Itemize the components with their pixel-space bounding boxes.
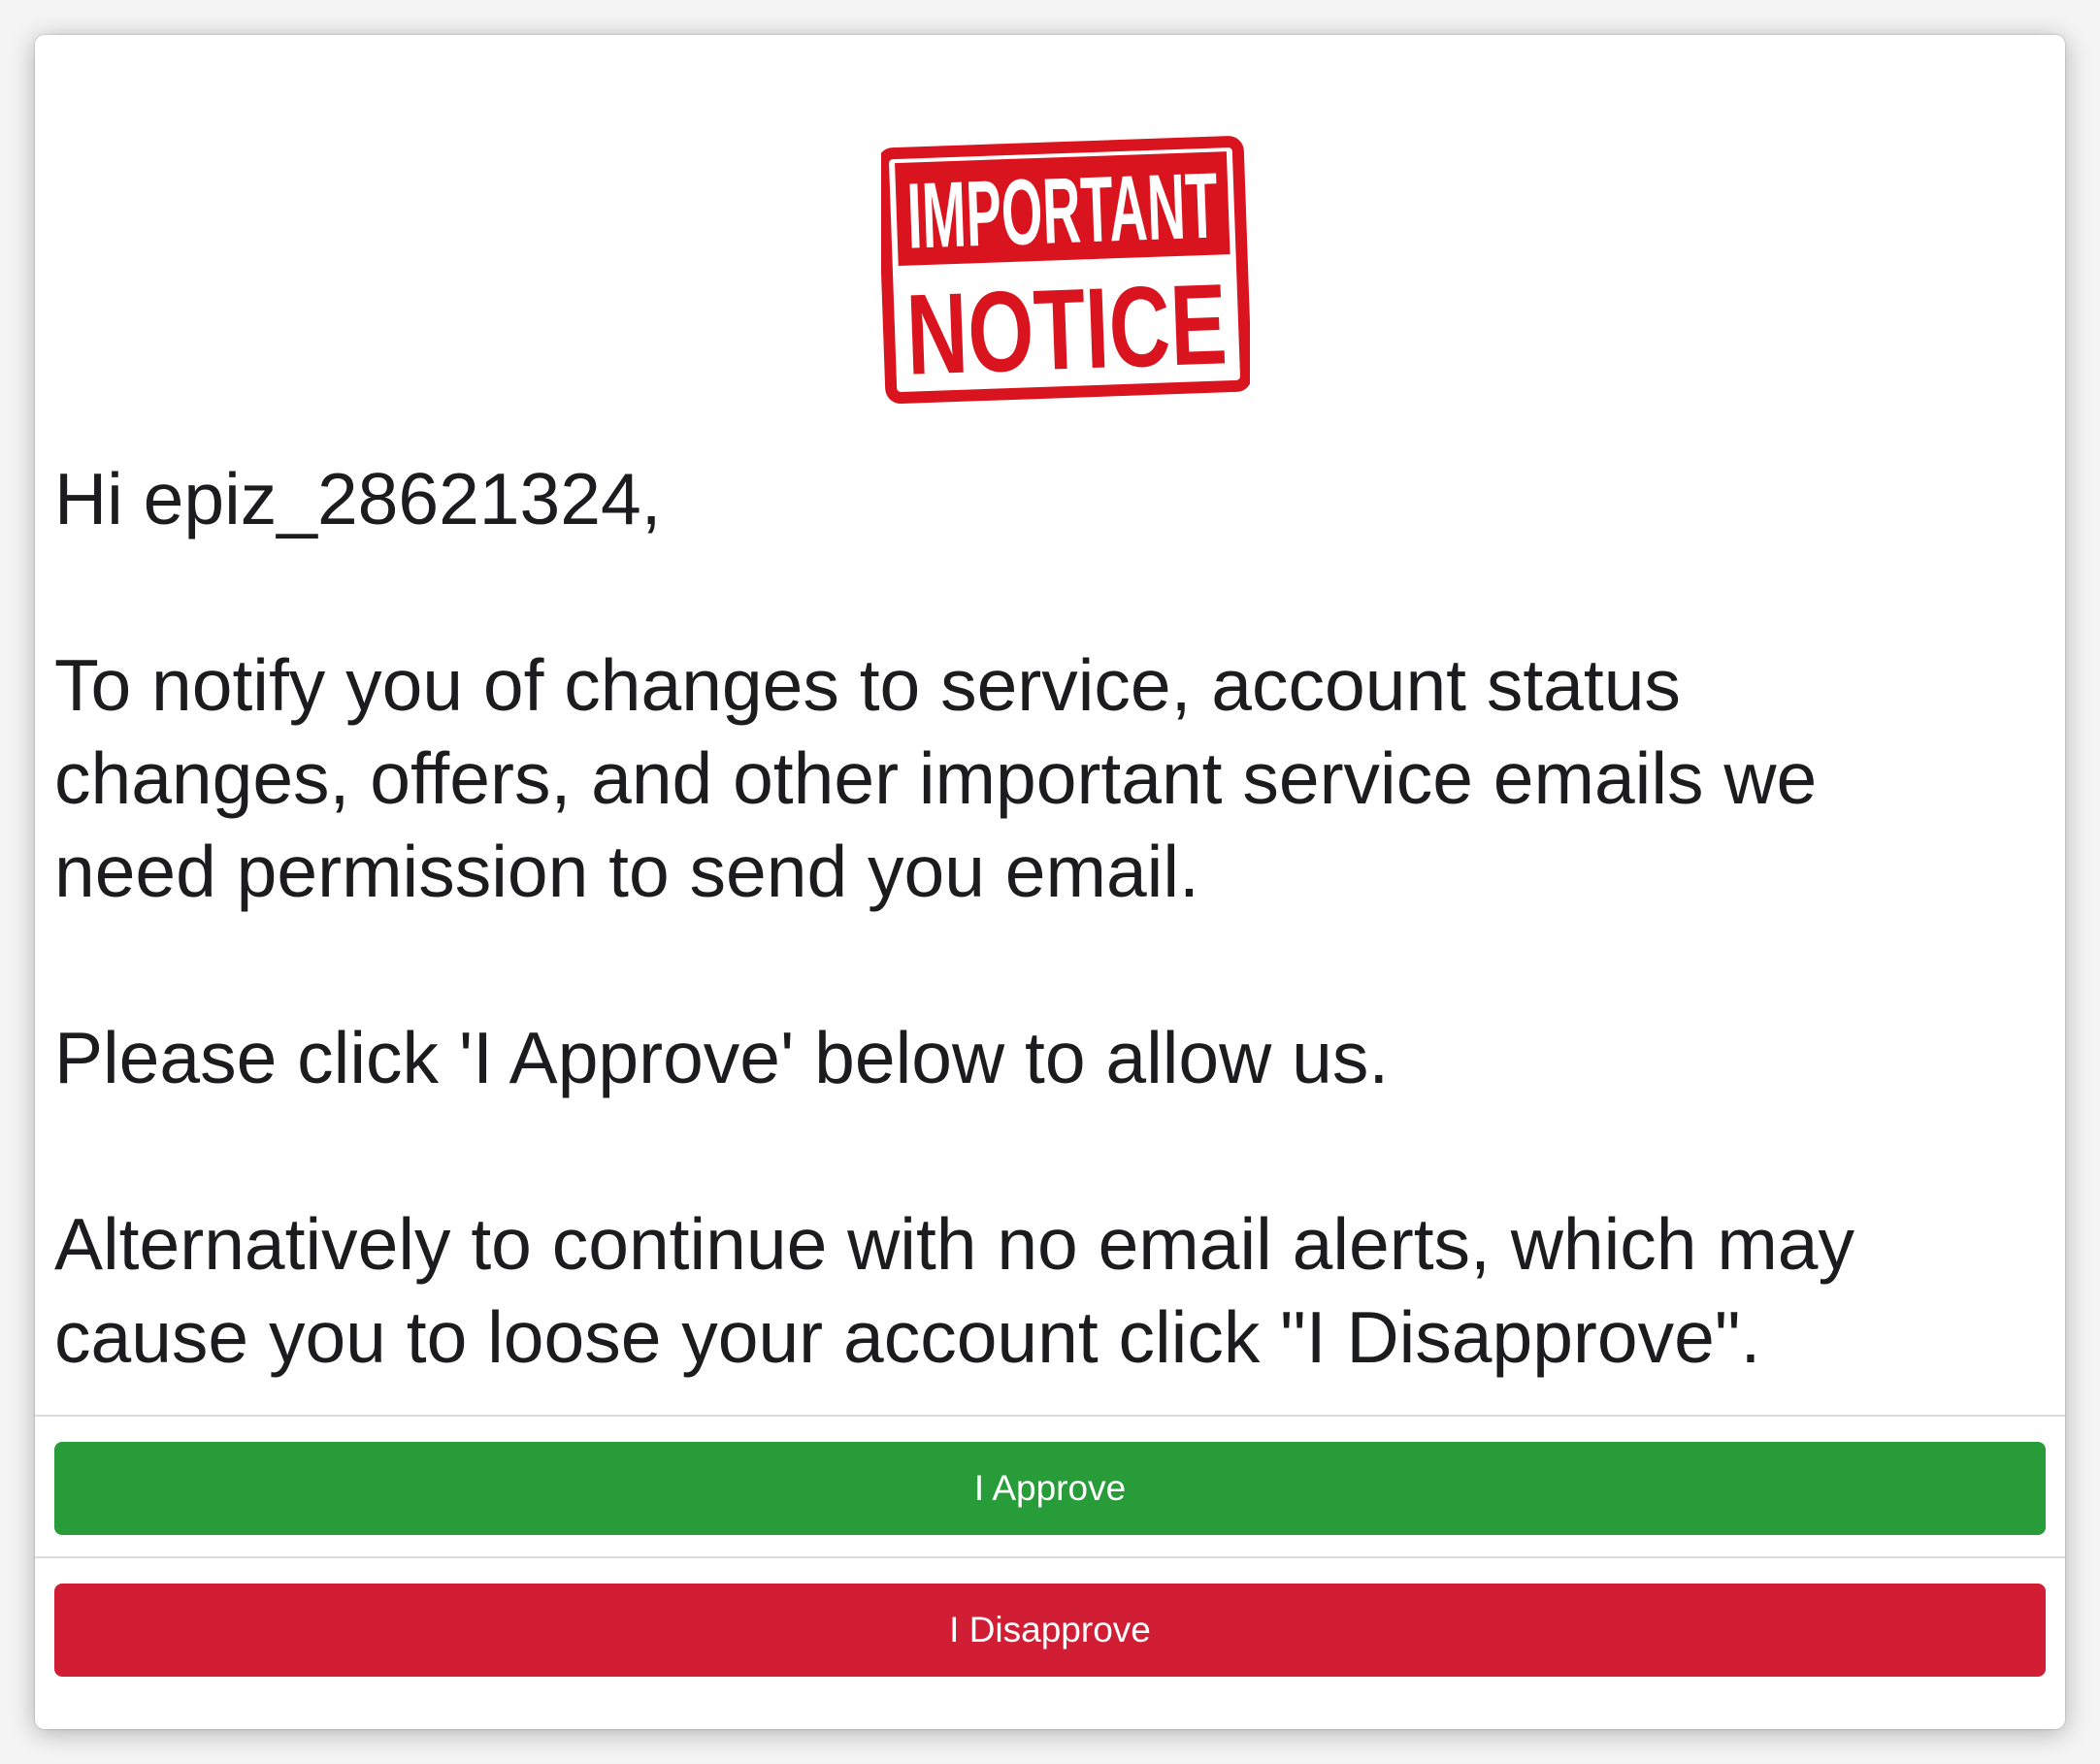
divider-middle xyxy=(35,1556,2065,1558)
stamp-line-notice: NOTICE xyxy=(904,260,1229,399)
disapprove-button[interactable]: I Disapprove xyxy=(54,1584,2046,1677)
message-body: Hi epiz_28621324, To notify you of chang… xyxy=(54,452,1995,1384)
approve-button[interactable]: I Approve xyxy=(54,1442,2046,1535)
important-notice-stamp-icon: IMPORTANT NOTICE xyxy=(881,136,1250,405)
notify-text-line-2: changes, offers, and other important ser… xyxy=(54,737,1818,819)
notify-text-line-1: To notify you of changes to service, acc… xyxy=(54,644,1681,726)
greeting-text: Hi epiz_28621324, xyxy=(54,458,662,539)
notify-text-line-3: need permission to send you email. xyxy=(54,831,1199,912)
divider-top xyxy=(35,1415,2065,1417)
important-notice-logo: IMPORTANT NOTICE xyxy=(871,124,1260,415)
disapprove-warning-line-1: Alternatively to continue with no email … xyxy=(54,1203,1855,1285)
email-permission-dialog: IMPORTANT NOTICE Hi epiz_28621324, To no… xyxy=(35,35,2065,1729)
approve-instruction-text: Please click 'I Approve' below to allow … xyxy=(54,1017,1390,1098)
disapprove-warning-line-2: cause you to loose your account click "I… xyxy=(54,1296,1761,1378)
stamp-line-important: IMPORTANT xyxy=(905,154,1220,269)
